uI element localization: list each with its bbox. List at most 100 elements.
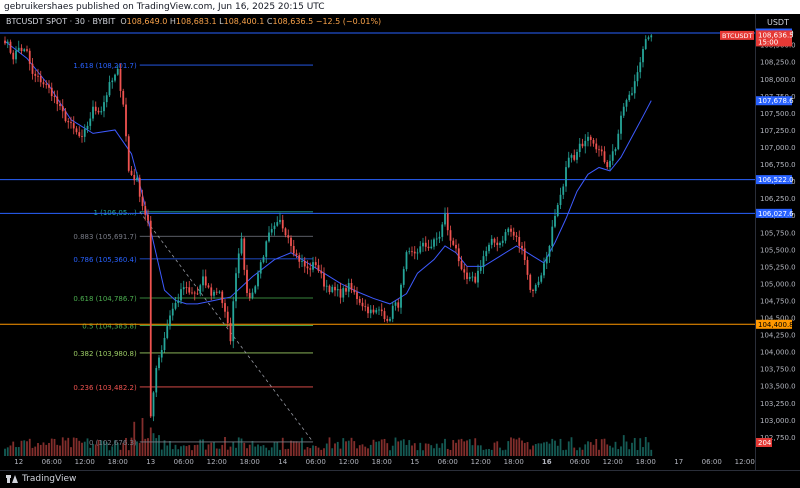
volume-bar [221,444,224,456]
candle-body [177,300,180,303]
candle-body [411,251,413,253]
volume-bar [562,450,565,456]
candle-body [485,251,488,257]
candle-body [633,81,636,94]
candle-body [367,306,369,314]
volume-bar [611,447,614,456]
volume-bar [622,435,625,456]
tradingview-logo[interactable]: TradingView [6,474,76,484]
volume-bar [391,445,394,456]
volume-bar [147,438,149,456]
candle-body [64,111,67,122]
time-axis[interactable]: 12 06:00 12:00 18:00 13 06:00 12:00 18:00 14 06:0… [14,458,755,466]
volume-bar [358,445,361,456]
candle-body [570,155,573,158]
volume-bar [617,449,620,456]
candle-body [276,222,279,226]
price-chart[interactable]: 1.618 (108,201.7) 1 (106,05...) 0.883 (105… [0,0,800,487]
fib-level-label: 0.883 (105,691.7) [73,233,137,241]
time-tick-label: 12:00 [735,458,755,466]
volume-bar [237,437,240,456]
candle-body [380,309,383,312]
volume-bar [537,443,540,456]
candle-body [103,102,105,112]
candle-body [581,143,584,147]
candle-body [199,285,202,294]
candle-body [158,357,160,369]
volume-bar [160,449,163,456]
volume-bar [309,448,312,456]
volume-bar [196,444,199,456]
candle-body [160,349,163,358]
volume-bar [342,438,345,456]
candle-body [97,110,100,113]
volume-bar [276,441,279,456]
candle-body [603,151,606,163]
tradingview-brand: TradingView [22,474,77,484]
volume-bar [532,445,534,456]
candle-body [419,246,422,253]
volume-bar [323,448,325,456]
volume-bar [295,441,298,456]
volume-bar [229,446,232,456]
volume-bar [215,448,218,456]
candle-body [389,318,391,321]
candle [122,88,125,107]
volume-bar [551,438,554,456]
candle-body [391,305,394,319]
volume-bar [347,440,350,456]
volume-bar [210,442,213,456]
volume-bar [628,449,631,456]
candle-body [592,139,595,144]
price-tick-label: 105,750.0 [760,229,796,237]
volume-bar [570,437,573,456]
volume-bar [507,441,510,456]
volume-bar [504,449,507,456]
time-tick-label: 06:00 [570,458,590,466]
volume-tag-text: 204 [758,439,772,447]
symbol-tag-text: BTCUSDT [722,32,752,40]
volume-bar [45,444,48,456]
candle-body [584,140,587,147]
volume-bar [254,446,257,456]
candle-body [595,143,598,150]
volume-bar [438,447,441,456]
volume-bar [226,449,229,456]
candle-body [482,256,485,268]
volume-bar [31,447,34,456]
candle-body [446,213,449,231]
volume-bar [496,441,499,456]
candle-body [221,291,224,304]
volume-bar [400,440,402,456]
volume-bar [89,447,92,456]
volume-bar [639,438,642,456]
volume-bar [235,447,237,456]
candle-body [224,303,226,312]
candle-body [466,272,468,279]
candle-body [268,232,270,242]
volume-bar [281,437,284,456]
open-value: 108,649.0 [126,17,168,26]
candle-body [312,262,314,270]
symbol-label[interactable]: BTCUSDT SPOT · 30 · BYBIT [6,17,115,26]
volume-bar [367,448,369,456]
volume-bar [218,448,221,456]
volume-bar [259,446,262,456]
price-tick-label: 107,250.0 [760,127,796,135]
candle-body [523,248,526,261]
candle-body [94,106,97,111]
price-tick-label: 104,250.0 [760,332,796,340]
candle-body [378,309,380,311]
candle-body [6,41,9,44]
candle-body [521,245,523,249]
volume-bar [474,438,477,456]
candle [127,134,130,173]
volume-bar [620,446,622,456]
volume-bar [171,449,174,456]
currency-label[interactable]: USDT [756,15,800,31]
candle-body [526,260,529,275]
price-tick-label: 105,250.0 [760,263,796,271]
candle-body [567,157,570,168]
candle-body [147,214,149,221]
candle-body [180,289,182,301]
